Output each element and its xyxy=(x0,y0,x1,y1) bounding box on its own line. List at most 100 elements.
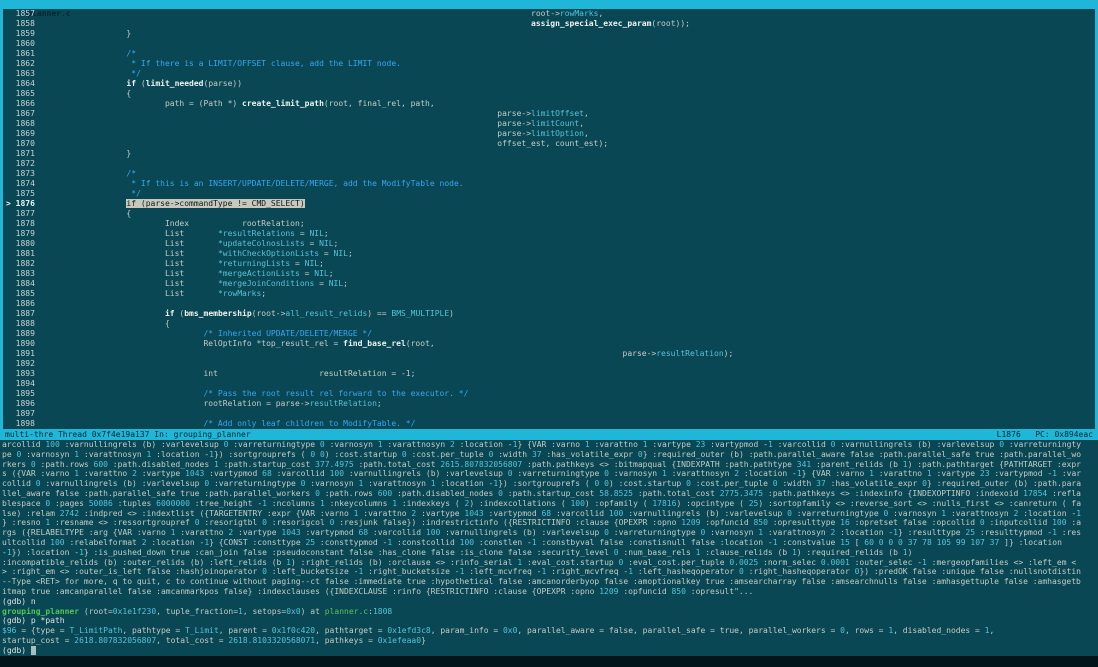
value-token: 1209 xyxy=(681,518,700,527)
line-number: 1874 xyxy=(6,179,49,188)
value-token: 0 xyxy=(614,548,619,557)
value-token: 2 xyxy=(132,469,137,478)
source-line: 1886 xyxy=(6,299,1095,309)
line-number: 1865 xyxy=(6,89,49,98)
code-segment: NIL xyxy=(329,279,343,288)
code-segment: */ xyxy=(131,69,141,78)
code-segment: assign_special_exec_param xyxy=(531,19,651,28)
source-line: 1869 parse->limitOption, xyxy=(6,129,1095,139)
code-segment: ( xyxy=(175,309,185,318)
source-line: 1867 parse->limitOffset, xyxy=(6,109,1095,119)
value-token: 1 xyxy=(792,548,797,557)
code-segment: /* Inherited UPDATE/DELETE/MERGE */ xyxy=(203,329,372,338)
gdb-prompt: (gdb) xyxy=(2,616,31,625)
console-line: blespace 0 :pages 50086 :tuples 6000000 … xyxy=(2,499,1098,509)
value-token: 1 xyxy=(460,567,465,576)
value-token: 0 xyxy=(686,479,691,488)
value-token: 2775.3475 xyxy=(720,489,763,498)
code-segment: NIL xyxy=(309,229,323,238)
gdb-prompt: (gdb) xyxy=(2,597,31,606)
code-segment: { xyxy=(165,319,170,328)
value-token: 1 xyxy=(7,548,12,557)
code-segment: resultRelation xyxy=(656,349,723,358)
line-number: 1887 xyxy=(6,309,49,318)
value-token: 37 xyxy=(990,538,1000,547)
value-token: 0 xyxy=(888,538,893,547)
value-token: 0 xyxy=(700,528,705,537)
line-number: 1898 xyxy=(6,419,49,428)
console-line: ultcollid 100 :relabelformat 2 :location… xyxy=(2,538,1098,548)
code-segment: = xyxy=(290,259,304,268)
console-line: collid 0 :varnullingrels (b) :varlevelsu… xyxy=(2,479,1098,489)
code-segment: *returningLists xyxy=(218,259,290,268)
code-segment: rootRelation = parse-> xyxy=(203,399,309,408)
line-number: 1858 xyxy=(6,19,49,28)
code-segment: root-> xyxy=(531,9,560,18)
value-token: 1 xyxy=(286,558,291,567)
console-line: itmap true :amcanparallel false :amcanma… xyxy=(2,587,1098,597)
value-token: 0 xyxy=(604,479,609,488)
function-name: grouping_planner xyxy=(2,607,79,616)
value-token: 2618.807832056807 xyxy=(74,636,156,645)
code-segment: ; xyxy=(324,229,329,238)
code-segment: = xyxy=(300,269,314,278)
code-segment: bms_membership xyxy=(184,309,251,318)
line-number: 1885 xyxy=(6,289,49,298)
value-token: 0 xyxy=(262,518,267,527)
source-line: 1882 List *returningLists = NIL; xyxy=(6,259,1095,269)
value-token: 25 xyxy=(749,499,759,508)
value-token: 0 xyxy=(36,479,41,488)
code-segment: int resultRelation = -1; xyxy=(203,369,415,378)
code-segment: RelOptInfo *top_result_rel = xyxy=(203,339,343,348)
line-number: 1886 xyxy=(6,299,49,308)
code-segment: List xyxy=(165,239,218,248)
value-token: 2 xyxy=(464,499,469,508)
value-token: 1 xyxy=(358,567,363,576)
console-line: s ({VAR :varno 1 :varattno 2 :vartype 10… xyxy=(2,469,1098,479)
code-segment: offset_est, count_est); xyxy=(497,139,608,148)
value-token: 0 xyxy=(787,509,792,518)
line-number: 1884 xyxy=(6,279,49,288)
value-token: 99 xyxy=(956,538,966,547)
code-segment: * If this is an INSERT/UPDATE/DELETE/MER… xyxy=(131,179,463,188)
source-line: 1887 if (bms_membership(root->all_result… xyxy=(6,309,1095,319)
value-token: 1 xyxy=(869,469,874,478)
value-token: 1043 xyxy=(281,528,300,537)
value-token: 2615.807832056807 xyxy=(440,460,522,469)
code-segment: (root-> xyxy=(252,309,286,318)
code-segment: ); xyxy=(724,349,734,358)
code-segment: ; xyxy=(348,249,353,258)
value-token: 1 xyxy=(662,469,667,478)
code-segment: (parse)) xyxy=(204,79,243,88)
line-number: 1877 xyxy=(6,209,49,218)
code-segment: { xyxy=(126,209,131,218)
value-token: 1 xyxy=(903,460,908,469)
value-token: 16 xyxy=(840,518,850,527)
value-token: 1 xyxy=(204,538,209,547)
value-token: 0 xyxy=(638,450,643,459)
value-token: 58.8525 xyxy=(599,489,633,498)
code-segment: path = (Path *) xyxy=(165,99,242,108)
value-token: 1 xyxy=(392,499,397,508)
line-number: 1892 xyxy=(6,359,49,368)
value-token: 68 xyxy=(541,509,551,518)
code-segment: ( xyxy=(136,79,146,88)
value-token: 60 xyxy=(864,538,874,547)
code-segment: parse-> xyxy=(497,109,531,118)
source-line: 1865 { xyxy=(6,89,1095,99)
status-bar: multi-thre Thread 0x7f4e19a137 In: group… xyxy=(0,429,1098,440)
code-segment: List xyxy=(165,269,218,278)
gdb-console[interactable]: arcollid 100 :varnullingrels (b) :varlev… xyxy=(0,440,1098,656)
value-token: 1 xyxy=(532,538,537,547)
code-segment: BMS_MULTIPLE xyxy=(391,309,449,318)
value-token: 0 xyxy=(310,450,315,459)
gdb-tui-screen: planner.c 1857 root->rowMarks, 1858 xyxy=(0,0,1098,667)
value-token: 1 xyxy=(1076,509,1081,518)
code-segment: List xyxy=(165,229,218,238)
code-segment: , xyxy=(579,119,584,128)
code-segment: parse-> xyxy=(623,349,657,358)
source-line: 1885 List *rowMarks; xyxy=(6,289,1095,299)
value-token: 0 xyxy=(315,489,320,498)
value-token: 100 xyxy=(330,469,344,478)
source-pane[interactable]: 1857 root->rowMarks, 1858 xyxy=(0,9,1098,429)
